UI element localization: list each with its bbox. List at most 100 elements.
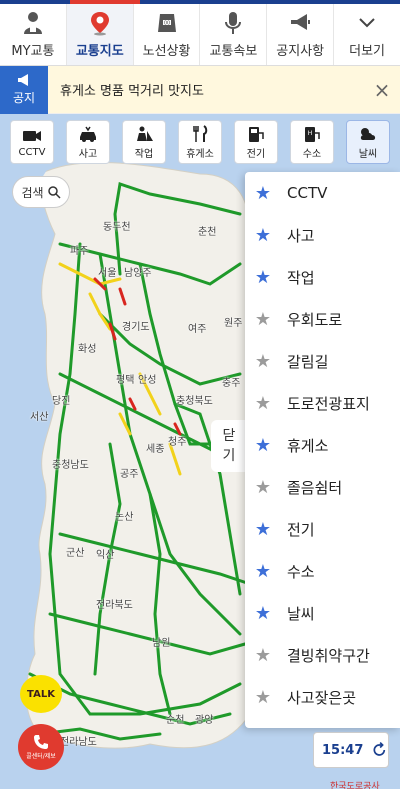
filter-weather-button[interactable]: 날씨 xyxy=(346,120,390,164)
phone-icon xyxy=(34,735,48,749)
layer-item-rest-area[interactable]: ★ 휴게소 xyxy=(245,424,400,466)
star-icon: ★ xyxy=(254,434,272,456)
map-label: 남원 xyxy=(152,638,171,649)
close-hint-line1: 닫 xyxy=(222,428,236,444)
layer-item-hydrogen[interactable]: ★ 수소 xyxy=(245,550,400,592)
map-label: 광양 xyxy=(195,715,214,726)
notice-badge: 공지 xyxy=(0,65,48,114)
filter-work-button[interactable]: 작업 xyxy=(122,120,166,164)
filter-rest-area-button[interactable]: 휴게소 xyxy=(178,120,222,164)
filter-label: CCTV xyxy=(18,146,46,158)
tab-label: MY교통 xyxy=(11,44,55,59)
layer-item-label: 우회도로 xyxy=(287,310,343,329)
layer-item-label: 휴게소 xyxy=(287,436,329,455)
filter-ev-button[interactable]: 전기 xyxy=(234,120,278,164)
layer-item-label: 전기 xyxy=(287,520,315,539)
tab-label: 노선상황 xyxy=(142,44,191,59)
close-icon[interactable]: × xyxy=(364,78,400,102)
map-label: 익산 xyxy=(96,550,115,561)
layer-item-accident-prone[interactable]: ★ 사고잦은곳 xyxy=(245,676,400,718)
map-label: 청주 xyxy=(168,437,187,448)
map-label: 충청북도 xyxy=(176,396,213,407)
map-label: 세종 xyxy=(146,444,165,455)
refresh-time: 15:47 xyxy=(322,742,364,758)
call-center-button[interactable]: 콜센터/제보 xyxy=(18,724,64,770)
refresh-time-box[interactable]: 15:47 xyxy=(313,732,389,768)
star-icon: ★ xyxy=(254,602,272,624)
layer-item-accident[interactable]: ★ 사고 xyxy=(245,214,400,256)
tab-label: 공지사항 xyxy=(276,44,325,59)
layer-item-label: 졸음쉼터 xyxy=(287,478,343,497)
notice-banner[interactable]: 공지 휴게소 명품 먹거리 맛지도 × xyxy=(0,65,400,114)
filter-label: 수소 xyxy=(302,148,322,160)
microphone-icon xyxy=(225,12,242,34)
svg-text:00: 00 xyxy=(163,21,169,27)
accident-icon xyxy=(80,126,96,142)
layer-filter-bar: CCTV 사고 작업 휴게소 전기 H 수소 날씨 xyxy=(10,120,390,164)
hydrogen-icon: H xyxy=(305,126,320,142)
notice-badge-label: 공지 xyxy=(12,91,36,105)
layer-item-label: CCTV xyxy=(287,184,328,202)
tab-my-traffic[interactable]: MY교통 xyxy=(0,4,67,65)
worker-icon xyxy=(137,126,153,141)
layer-item-work[interactable]: ★ 작업 xyxy=(245,256,400,298)
map-label: 논산 xyxy=(115,512,134,523)
chevron-down-icon xyxy=(359,18,375,28)
map-label: 원주 xyxy=(224,318,243,329)
layer-item-drowsy-shelter[interactable]: ★ 졸음쉼터 xyxy=(245,466,400,508)
map-label: 전라북도 xyxy=(96,600,133,611)
layer-item-ev[interactable]: ★ 전기 xyxy=(245,508,400,550)
kakao-talk-label: TALK xyxy=(27,688,55,700)
filter-label: 전기 xyxy=(246,148,266,160)
ev-charger-icon xyxy=(249,126,264,142)
map-label: 경기도 xyxy=(122,322,150,333)
filter-label: 날씨 xyxy=(358,148,378,160)
filter-accident-button[interactable]: 사고 xyxy=(66,120,110,164)
star-icon: ★ xyxy=(254,518,272,540)
map-label: 순천 xyxy=(166,715,185,726)
tab-more[interactable]: 더보기 xyxy=(334,4,400,65)
map-label: 공주 xyxy=(120,469,139,480)
tab-label: 교통속보 xyxy=(209,44,258,59)
layer-item-icing[interactable]: ★ 결빙취약구간 xyxy=(245,634,400,676)
star-icon: ★ xyxy=(254,560,272,582)
star-icon: ★ xyxy=(254,476,272,498)
map-label: 춘천 xyxy=(198,227,217,238)
map-label: 서울 xyxy=(98,268,117,279)
filter-hydrogen-button[interactable]: H 수소 xyxy=(290,120,334,164)
search-button[interactable]: 검색 xyxy=(12,176,70,208)
map-label: 파주 xyxy=(70,246,89,257)
route-icon: 00 xyxy=(157,14,176,32)
layer-item-cctv[interactable]: ★ CCTV xyxy=(245,172,400,214)
star-icon: ★ xyxy=(254,266,272,288)
star-icon: ★ xyxy=(254,392,272,414)
star-icon: ★ xyxy=(254,350,272,372)
tab-notices[interactable]: 공지사항 xyxy=(267,4,335,65)
tab-traffic-news[interactable]: 교통속보 xyxy=(200,4,268,65)
search-icon xyxy=(47,186,61,199)
map-label: 서산 xyxy=(30,412,49,423)
tab-traffic-map[interactable]: 교통지도 xyxy=(66,4,134,65)
filter-label: 사고 xyxy=(78,148,98,160)
footer-logo: 한국도로공사 xyxy=(330,782,380,789)
map-label: 군산 xyxy=(66,548,85,559)
kakao-talk-button[interactable]: TALK xyxy=(20,675,62,713)
star-icon: ★ xyxy=(254,686,272,708)
layer-item-junction[interactable]: ★ 갈림길 xyxy=(245,340,400,382)
close-menu-tab[interactable]: 닫 기 xyxy=(211,420,247,472)
tab-label: 교통지도 xyxy=(75,44,124,59)
layer-item-label: 도로전광표지 xyxy=(287,394,370,413)
layer-item-vms[interactable]: ★ 도로전광표지 xyxy=(245,382,400,424)
megaphone-icon xyxy=(291,14,311,30)
layer-item-weather[interactable]: ★ 날씨 xyxy=(245,592,400,634)
filter-label: 작업 xyxy=(134,148,154,160)
notice-text[interactable]: 휴게소 명품 먹거리 맛지도 xyxy=(48,80,364,99)
layer-item-detour[interactable]: ★ 우회도로 xyxy=(245,298,400,340)
layer-item-label: 수소 xyxy=(287,562,315,581)
layer-menu: ★ CCTV ★ 사고 ★ 작업 ★ 우회도로 ★ 갈림길 ★ 도로전광표지 ★ 휴게소 ★ 졸… xyxy=(245,172,400,728)
filter-cctv-button[interactable]: CCTV xyxy=(10,120,54,164)
tab-route-status[interactable]: 00 노선상황 xyxy=(134,4,201,65)
star-icon: ★ xyxy=(254,644,272,666)
map-label: 충주 xyxy=(222,378,241,389)
user-icon xyxy=(23,12,42,34)
